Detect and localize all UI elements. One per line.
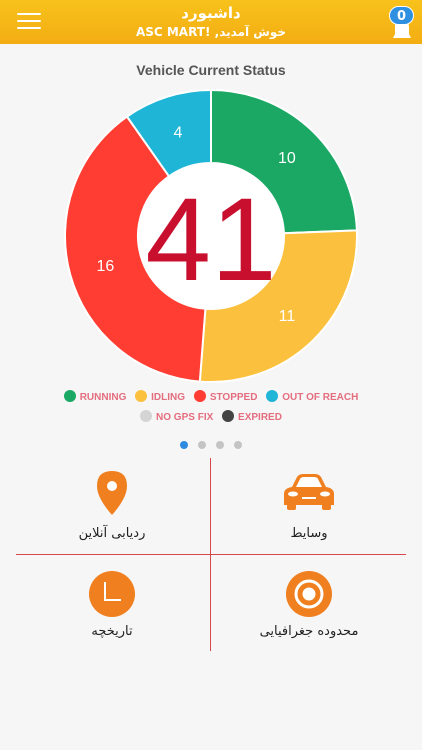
legend-label: STOPPED (209, 392, 258, 403)
legend-dot (140, 410, 153, 422)
geofence-target-icon (286, 571, 332, 617)
car-icon (284, 474, 334, 510)
total-vehicle-count: 41 (145, 174, 276, 306)
legend-label: RUNNING (79, 392, 127, 403)
page-dot[interactable] (234, 441, 242, 449)
legend-row-2: NO GPS FIX EXPIRED (0, 410, 422, 423)
legend-label: NO GPS FIX (156, 412, 214, 423)
page-dot[interactable] (198, 441, 206, 449)
geofence-button[interactable]: محدوده جغرافیایی (212, 558, 406, 654)
legend-label: OUT OF REACH (282, 392, 359, 403)
slice-value-label: 11 (279, 308, 296, 325)
legend-expired[interactable]: EXPIRED (222, 410, 282, 423)
legend-row-1: RUNNING IDLING STOPPED OUT OF REACH (0, 390, 422, 403)
legend-out-of-reach[interactable]: OUT OF REACH (266, 390, 358, 403)
legend-dot (135, 390, 148, 402)
online-tracking-button[interactable]: ردیابی آنلاین (15, 460, 209, 556)
page-indicator (0, 434, 422, 453)
legend-stopped[interactable]: STOPPED (193, 390, 258, 403)
slice-value-label: 16 (97, 258, 115, 275)
legend-dot (266, 390, 279, 402)
legend-dot (63, 390, 76, 402)
legend-idling[interactable]: IDLING (135, 390, 185, 403)
page-dot[interactable] (216, 441, 224, 449)
history-label: تاریخچه (91, 624, 133, 639)
page-dot[interactable] (180, 441, 188, 449)
slice-value-label: 4 (174, 125, 183, 142)
legend-no-gps-fix[interactable]: NO GPS FIX (140, 410, 213, 423)
vehicles-button[interactable]: وسایط (212, 460, 406, 556)
legend-running[interactable]: RUNNING (63, 390, 127, 403)
geofence-label: محدوده جغرافیایی (259, 624, 359, 639)
slice-value-label: 10 (278, 150, 296, 167)
legend-label: IDLING (151, 392, 186, 403)
vehicles-label: وسایط (290, 526, 328, 541)
clock-icon (89, 571, 135, 617)
history-button[interactable]: تاریخچه (15, 558, 209, 654)
legend-dot (222, 410, 235, 422)
legend-dot (193, 390, 206, 402)
online-tracking-label: ردیابی آنلاین (78, 526, 146, 541)
location-pin-icon (97, 471, 127, 515)
status-donut-chart[interactable]: 10 11 16 4 41 (0, 0, 422, 390)
legend-label: EXPIRED (238, 412, 282, 423)
